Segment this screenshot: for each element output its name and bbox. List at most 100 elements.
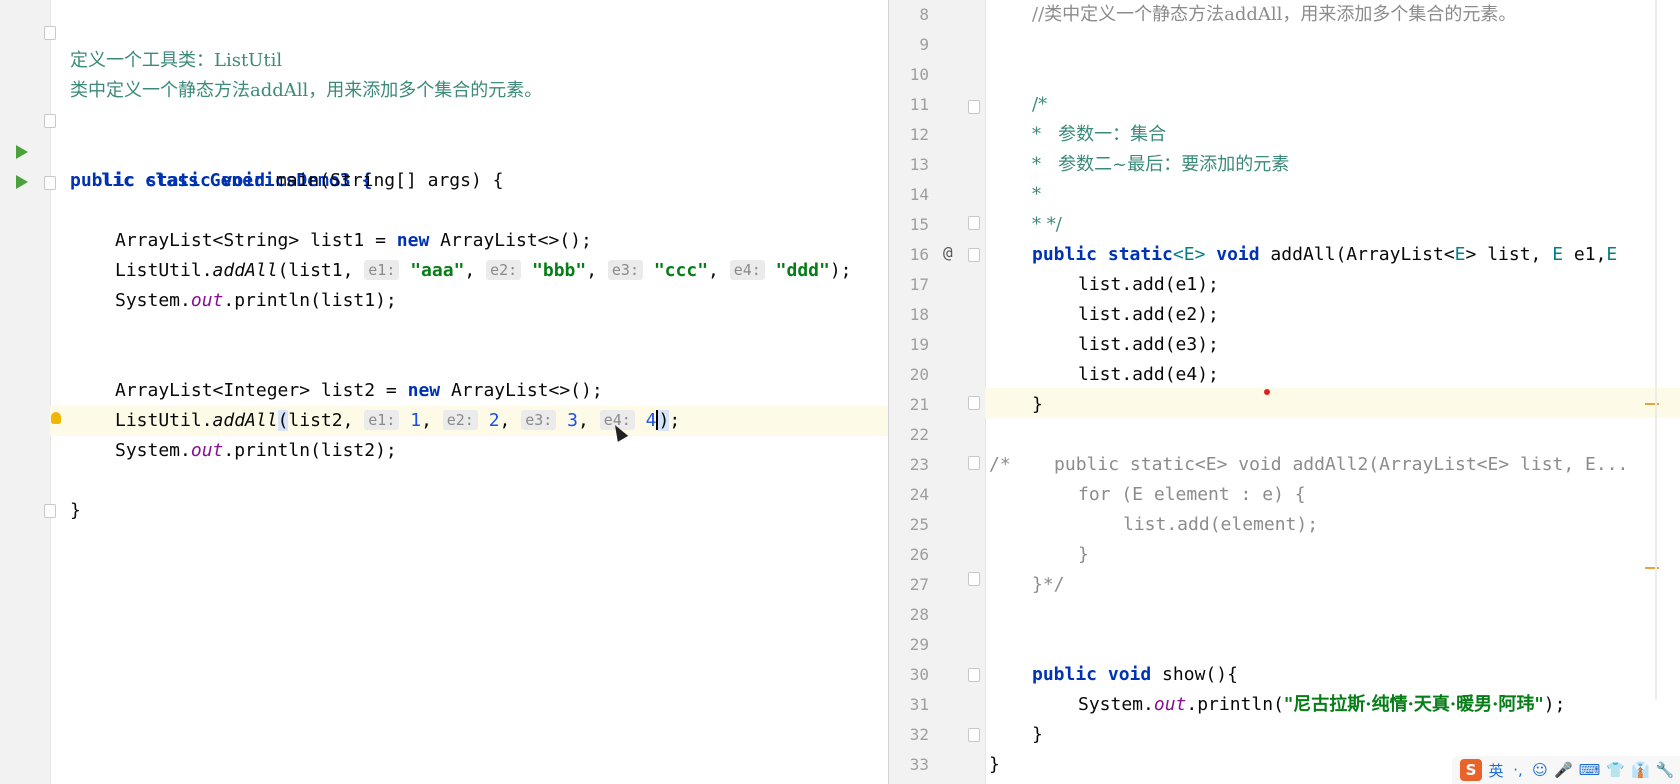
- line-number: 9: [919, 35, 929, 54]
- arg-2: 2: [488, 410, 500, 431]
- call1-open: (list1,: [277, 260, 365, 281]
- line-number: 32: [909, 725, 929, 744]
- right-editor-pane[interactable]: 8 9 10 11 12 13 14 15 16 17 18 19 20 21 22 23 24 25 26 27 28…: [888, 0, 1680, 784]
- ime-toolbar[interactable]: S 英 ·, ☺ 🎤 ⌨ 👕 👔 🔧: [1452, 756, 1680, 784]
- code-line-20: list.add(e4);: [1078, 364, 1219, 385]
- fold-icon[interactable]: [968, 728, 980, 742]
- left-editor-pane[interactable]: 定义一个工具类：ListUtil 类中定义一个静态方法addAll，用来添加多个…: [0, 0, 888, 784]
- kw: public void: [1032, 664, 1152, 685]
- println-close: );: [1543, 694, 1566, 715]
- addall-method-ref: addAll: [212, 410, 278, 431]
- type-param: E: [1454, 244, 1466, 265]
- fold-icon[interactable]: [968, 572, 980, 586]
- sep: ,: [499, 410, 522, 431]
- vertical-scrollbar-track[interactable]: [1655, 0, 1657, 700]
- addall-call-1: ListUtil.addAll(list1, e1: "aaa", e2: "b…: [115, 256, 852, 286]
- ime-logo-icon[interactable]: S: [1460, 759, 1482, 781]
- doc-comment-line-1: 定义一个工具类：ListUtil: [70, 50, 283, 71]
- doc-comment-line-2: 类中定义一个静态方法addAll，用来添加多个集合的元素。: [70, 80, 543, 101]
- fold-icon[interactable]: [44, 26, 56, 40]
- param-hint-e1: e1:: [364, 260, 400, 280]
- comment-line-24: for (E element : e) {: [1078, 484, 1306, 505]
- code-line-21: }: [1032, 394, 1043, 415]
- line-number: 23: [909, 455, 929, 474]
- type-param: E: [1606, 244, 1618, 265]
- main-method-declaration: public static void main(String[] args) {: [70, 166, 504, 196]
- addall-declaration: public static<E> void addAll(ArrayList<E…: [1032, 240, 1617, 270]
- fold-icon[interactable]: [968, 456, 980, 470]
- line-number: 33: [909, 755, 929, 774]
- fold-icon[interactable]: [44, 504, 56, 518]
- param-hint-e2: e2:: [442, 410, 478, 430]
- ime-skin-icon[interactable]: 👕: [1606, 761, 1625, 779]
- list2-decl-post: ArrayList<>();: [440, 380, 603, 401]
- fold-icon[interactable]: [968, 248, 980, 262]
- ime-shirt-icon[interactable]: 👔: [1631, 761, 1650, 779]
- run-class-icon[interactable]: [16, 145, 28, 159]
- type-param: E: [1552, 244, 1564, 265]
- param-hint-e2: e2:: [486, 260, 522, 280]
- fold-icon[interactable]: [44, 176, 56, 190]
- arg-1: 1: [410, 410, 422, 431]
- comment-line-25: list.add(element);: [1123, 514, 1319, 535]
- line-number: 10: [909, 65, 929, 84]
- show-method-declaration: public void show(){: [1032, 660, 1238, 690]
- fold-icon[interactable]: [968, 668, 980, 682]
- listutil-ref: ListUtil.: [115, 410, 213, 431]
- line-number: 18: [909, 305, 929, 324]
- left-gutter: [0, 0, 50, 784]
- line-number: 8: [919, 5, 929, 24]
- comment-line-13: * 参数二~最后：要添加的元素: [1032, 154, 1290, 175]
- line-number: 13: [909, 155, 929, 174]
- system-ref: System.: [115, 290, 191, 311]
- ime-language-toggle[interactable]: 英: [1488, 760, 1504, 781]
- line-number: 25: [909, 515, 929, 534]
- comment-line-23: /* public static<E> void addAll2(ArrayLi…: [989, 450, 1628, 480]
- line-number: 17: [909, 275, 929, 294]
- matched-paren-close: ): [658, 410, 670, 431]
- system-ref: System.: [1078, 694, 1154, 715]
- string-literal: "尼古拉斯·纯情·天真·暖男·阿玮": [1283, 694, 1544, 715]
- line-number: 21: [909, 395, 929, 414]
- new-keyword: new: [396, 230, 430, 251]
- arg-ccc: "ccc": [653, 260, 709, 281]
- ime-emoji-icon[interactable]: ☺: [1532, 761, 1548, 779]
- line-number: 15: [909, 215, 929, 234]
- println-call: .println(list2);: [223, 440, 397, 461]
- ime-settings-icon[interactable]: 🔧: [1656, 761, 1675, 779]
- param-hint-e3: e3:: [521, 410, 557, 430]
- fold-icon[interactable]: [968, 216, 980, 230]
- println-open: .println(: [1186, 694, 1284, 715]
- override-icon[interactable]: @: [943, 243, 953, 262]
- type-param: <E>: [1172, 244, 1206, 265]
- ime-microphone-icon[interactable]: 🎤: [1554, 761, 1573, 779]
- sig: > list,: [1465, 244, 1553, 265]
- lightbulb-icon[interactable]: [51, 412, 61, 424]
- line-number: 16: [909, 245, 929, 264]
- ime-keyboard-icon[interactable]: ⌨: [1579, 761, 1601, 779]
- run-main-icon[interactable]: [16, 175, 28, 189]
- print-list1: System.out.println(list1);: [115, 286, 397, 316]
- list1-declaration: ArrayList<String> list1 = new ArrayList<…: [115, 226, 592, 256]
- red-pointer-dot: [1264, 389, 1270, 395]
- code-line-19: list.add(e3);: [1078, 334, 1219, 355]
- fold-icon[interactable]: [44, 114, 56, 128]
- code-line-18: list.add(e2);: [1078, 304, 1219, 325]
- arg-aaa: "aaa": [410, 260, 465, 281]
- matched-paren-open: (: [277, 410, 289, 431]
- line-number: 11: [909, 95, 929, 114]
- arg-ddd: "ddd": [775, 260, 830, 281]
- sep: ,: [421, 410, 443, 431]
- fold-icon[interactable]: [968, 100, 980, 114]
- call2-open: list2,: [288, 410, 365, 431]
- line-number: 19: [909, 335, 929, 354]
- fold-icon[interactable]: [968, 396, 980, 410]
- ime-punctuation-icon[interactable]: ·,: [1510, 761, 1526, 779]
- line-number: 20: [909, 365, 929, 384]
- comment-line-11: /*: [1032, 94, 1048, 115]
- sep: ,: [586, 260, 608, 281]
- arg-4: 4: [645, 410, 657, 431]
- arg-bbb: "bbb": [532, 260, 587, 281]
- line-number: 30: [909, 665, 929, 684]
- line-number: 28: [909, 605, 929, 624]
